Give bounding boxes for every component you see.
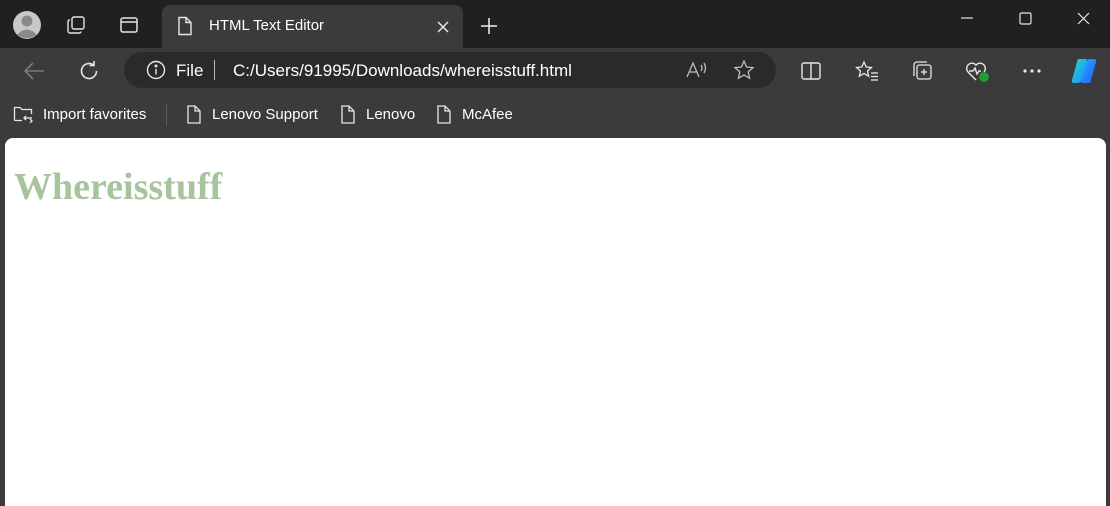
split-screen-icon	[801, 62, 821, 80]
profile-avatar-icon	[13, 11, 41, 39]
favorites-item-lenovo[interactable]: Lenovo	[340, 103, 415, 125]
page-viewport: Whereisstuff	[5, 138, 1106, 506]
collections-button[interactable]	[908, 57, 936, 85]
address-separator	[214, 60, 215, 80]
page-icon	[437, 104, 451, 124]
workspaces-icon	[67, 16, 85, 34]
browser-essentials-button[interactable]	[963, 57, 991, 85]
favorites-item-label: Lenovo Support	[212, 105, 318, 123]
page-icon	[187, 104, 201, 124]
title-bar: HTML Text Editor	[0, 0, 1110, 48]
collections-icon	[913, 61, 932, 80]
copilot-icon	[1071, 59, 1097, 83]
url-text[interactable]: C:/Users/91995/Downloads/whereisstuff.ht…	[233, 61, 572, 81]
minimize-button[interactable]	[938, 0, 996, 36]
settings-and-more-button[interactable]	[1018, 57, 1046, 85]
import-folder-icon	[13, 106, 33, 123]
browser-toolbar: File C:/Users/91995/Downloads/whereisstu…	[0, 48, 1110, 92]
refresh-icon	[80, 61, 98, 80]
active-tab[interactable]: HTML Text Editor	[162, 5, 463, 48]
new-tab-button[interactable]	[472, 9, 506, 43]
more-icon	[1023, 69, 1041, 73]
favorites-item-mcafee[interactable]: McAfee	[436, 103, 513, 125]
favorites-separator	[166, 104, 167, 126]
close-icon	[1077, 12, 1089, 24]
maximize-button[interactable]	[996, 0, 1054, 36]
info-icon[interactable]	[146, 60, 166, 80]
split-screen-button[interactable]	[797, 57, 825, 85]
favorites-item-import[interactable]: Import favorites	[13, 103, 146, 125]
page-icon	[178, 16, 192, 36]
minimize-icon	[961, 17, 973, 19]
copilot-button[interactable]	[1068, 55, 1100, 87]
close-icon	[437, 21, 449, 33]
favorites-item-lenovo-support[interactable]: Lenovo Support	[186, 103, 318, 125]
page-heading: Whereisstuff	[14, 166, 223, 208]
favorites-item-label: Import favorites	[43, 105, 147, 123]
star-icon[interactable]	[733, 59, 755, 81]
tab-title: HTML Text Editor	[209, 17, 325, 34]
favorites-item-label: McAfee	[462, 105, 513, 123]
profile-button[interactable]	[10, 8, 44, 42]
back-button[interactable]	[16, 53, 52, 89]
maximize-icon	[1018, 11, 1032, 25]
heart-pulse-icon	[965, 62, 989, 82]
refresh-button[interactable]	[71, 53, 107, 89]
workspaces-button[interactable]	[59, 8, 93, 42]
page-icon	[341, 104, 355, 124]
favorites-item-label: Lenovo	[366, 105, 416, 123]
read-aloud-icon[interactable]	[685, 60, 709, 80]
tab-actions-icon	[120, 17, 138, 33]
favorites-list-icon	[855, 60, 878, 81]
window-close-button[interactable]	[1054, 0, 1110, 36]
plus-icon	[481, 18, 497, 34]
arrow-left-icon	[23, 62, 44, 80]
favorites-button[interactable]	[853, 57, 881, 85]
tab-actions-button[interactable]	[112, 8, 146, 42]
address-bar[interactable]: File C:/Users/91995/Downloads/whereisstu…	[124, 52, 776, 88]
tab-close-button[interactable]	[432, 16, 454, 38]
url-scheme: File	[176, 61, 204, 80]
